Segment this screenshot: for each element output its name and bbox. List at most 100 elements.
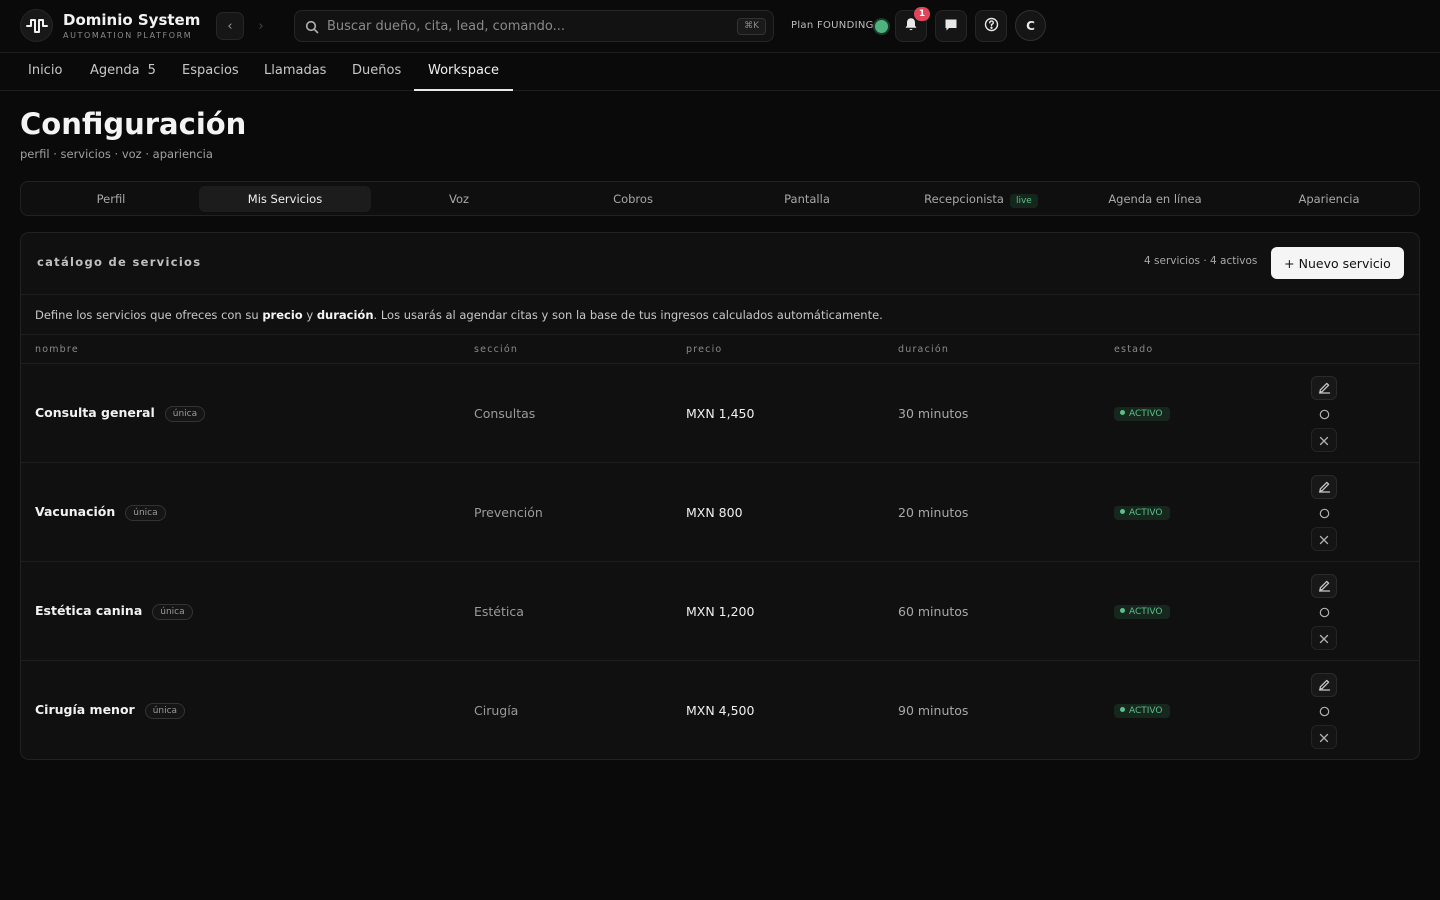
service-name: Estética canina [35,603,143,618]
tab-apariencia[interactable]: Apariencia [1243,186,1415,212]
edit-service-button[interactable] [1311,574,1337,598]
avatar[interactable]: C [1015,10,1046,41]
notification-badge: 1 [914,7,930,21]
plan-status-indicator [875,20,888,33]
column-header-precio: precio [686,344,723,355]
desc-text: y [302,308,317,322]
tab-label: Inicio [28,63,63,78]
service-section: Prevención [474,505,543,520]
status-dot [1120,707,1125,712]
edit-service-button[interactable] [1311,475,1337,499]
tab-mis-servicios[interactable]: Mis Servicios [199,186,371,212]
status-badge: ACTIVO [1114,506,1170,520]
tab-espacios[interactable]: Espacios [168,53,253,91]
service-type-tag: única [144,703,186,719]
tab-label: Dueños [352,63,402,78]
delete-service-button[interactable] [1311,428,1337,452]
tab-label: Agenda [90,63,140,78]
tab-agenda[interactable]: Agenda 5 [76,53,170,91]
agenda-count: 5 [147,63,156,78]
delete-service-button[interactable] [1311,527,1337,551]
edit-service-button[interactable] [1311,376,1337,400]
tab-perfil[interactable]: Perfil [25,186,197,212]
status-badge: ACTIVO [1114,407,1170,421]
search-icon [305,19,319,38]
tab-agenda-en-linea[interactable]: Agenda en línea [1069,186,1241,212]
circle-icon [1319,603,1330,622]
tab-voz[interactable]: Voz [373,186,545,212]
signal-wave-icon[interactable] [20,9,53,42]
service-duration: 20 minutos [898,505,969,520]
chat-icon [944,17,958,36]
service-name-cell: Estética canina única [35,603,193,620]
tab-workspace[interactable]: Workspace [414,53,514,91]
chevron-left-icon: ‹ [227,18,233,34]
catalog-summary: 4 servicios · 4 activos [1144,255,1258,267]
main-navigation: Inicio Agenda 5 Espacios Llamadas Dueños … [0,53,1440,91]
delete-service-button[interactable] [1311,626,1337,650]
status-label: ACTIVO [1129,607,1163,617]
tab-label: Recepcionista [924,192,1004,206]
tab-llamadas[interactable]: Llamadas [250,53,340,91]
live-badge: live [1009,194,1038,208]
toggle-service-button[interactable] [1311,501,1337,525]
plan-label: Plan FOUNDING [791,20,874,31]
search-input[interactable] [327,15,727,37]
tab-cobros[interactable]: Cobros [547,186,719,212]
help-circle-icon [984,17,999,36]
service-section: Consultas [474,406,536,421]
tab-recepcionista[interactable]: Recepcionista live [895,186,1067,212]
column-header-nombre: nombre [35,344,79,355]
circle-icon [1319,702,1330,721]
table-row: Estética canina única Estética MXN 1,200 … [21,562,1419,661]
pencil-icon [1318,577,1331,596]
close-icon [1319,431,1329,450]
status-badge: ACTIVO [1114,605,1170,619]
search-bar[interactable]: ⌘K [294,10,774,42]
toggle-service-button[interactable] [1311,699,1337,723]
messages-button[interactable] [935,10,967,42]
column-header-duracion: duración [898,344,950,355]
service-duration: 60 minutos [898,604,969,619]
service-section: Estética [474,604,524,619]
forward-button[interactable]: › [247,12,275,40]
service-type-tag: única [164,406,206,422]
back-button[interactable]: ‹ [216,12,244,40]
status-dot [1120,509,1125,514]
desc-text: . Los usarás al agendar citas y son la b… [373,308,883,322]
tab-label: Workspace [428,63,500,78]
desc-text: Define los servicios que ofreces con su [35,308,263,322]
close-icon [1319,629,1329,648]
catalog-description-row: Define los servicios que ofreces con su … [21,294,1419,335]
tab-label: Espacios [182,63,239,78]
tab-inicio[interactable]: Inicio [14,53,76,91]
pencil-icon [1318,676,1331,695]
toggle-service-button[interactable] [1311,600,1337,624]
help-button[interactable] [975,10,1007,42]
pencil-icon [1318,478,1331,497]
new-service-button[interactable]: + Nuevo servicio [1271,247,1404,279]
settings-tabs: Perfil Mis Servicios Voz Cobros Pantalla… [20,181,1420,216]
service-duration: 30 minutos [898,406,969,421]
service-name-cell: Cirugía menor única [35,702,186,719]
catalog-description: Define los servicios que ofreces con su … [35,308,883,322]
service-duration: 90 minutos [898,703,969,718]
circle-icon [1319,405,1330,424]
delete-service-button[interactable] [1311,725,1337,749]
column-header-seccion: sección [474,344,519,355]
tab-duenos[interactable]: Dueños [338,53,415,91]
table-header: nombre sección precio duración estado [21,335,1419,364]
status-dot [1120,410,1125,415]
catalog-title: catálogo de servicios [37,255,202,269]
service-price: MXN 1,200 [686,604,755,619]
circle-icon [1319,504,1330,523]
chevron-right-icon: › [258,18,264,34]
service-section: Cirugía [474,703,519,718]
edit-service-button[interactable] [1311,673,1337,697]
tab-pantalla[interactable]: Pantalla [721,186,893,212]
page-title: Configuración [20,107,247,141]
services-catalog-panel: catálogo de servicios 4 servicios · 4 ac… [20,232,1420,760]
pencil-icon [1318,379,1331,398]
toggle-service-button[interactable] [1311,402,1337,426]
status-label: ACTIVO [1129,409,1163,419]
